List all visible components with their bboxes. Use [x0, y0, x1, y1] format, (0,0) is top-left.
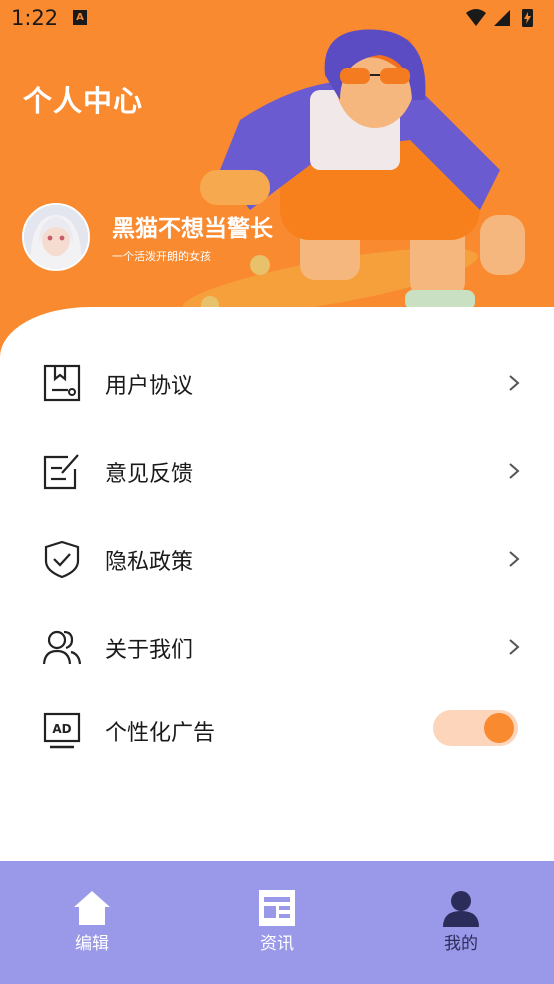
- nav-label-mine: 我的: [444, 934, 478, 954]
- hero-skateboarder-image: [182, 29, 525, 316]
- feedback-edit-icon: [43, 454, 79, 490]
- status-bar: 1:22 A: [0, 0, 554, 38]
- menu-label-feedback: 意见反馈: [105, 462, 194, 487]
- menu-item-feedback[interactable]: 意见反馈: [0, 441, 554, 501]
- profile-bio: 一个活泼开朗的女孩: [112, 250, 211, 263]
- bottom-navigation: 编辑 资讯 我的: [0, 861, 554, 984]
- nav-tab-edit[interactable]: 编辑: [52, 889, 132, 959]
- menu-label-privacy-policy: 隐私政策: [105, 550, 194, 575]
- privacy-shield-icon: [44, 540, 80, 579]
- menu-item-about-us[interactable]: 关于我们: [0, 617, 554, 677]
- nav-label-edit: 编辑: [75, 934, 109, 954]
- menu-label-about-us: 关于我们: [105, 638, 194, 663]
- chevron-right-icon: [509, 375, 520, 391]
- wifi-icon: [466, 9, 486, 26]
- nav-label-news: 资讯: [260, 934, 294, 954]
- menu-item-personalized-ads: AD 个性化广告: [0, 700, 554, 760]
- menu-label-personalized-ads: 个性化广告: [105, 721, 216, 746]
- page-title: 个人中心: [23, 84, 144, 118]
- settings-card: 用户协议 意见反馈 隐私政策 关于我们 AD 个性化广告: [0, 307, 554, 867]
- avatar[interactable]: [22, 203, 90, 271]
- menu-item-privacy-policy[interactable]: 隐私政策: [0, 529, 554, 589]
- svg-text:AD: AD: [52, 722, 71, 736]
- nav-tab-news[interactable]: 资讯: [237, 889, 317, 959]
- status-app-badge: A: [73, 10, 87, 25]
- menu-item-user-agreement[interactable]: 用户协议: [0, 353, 554, 413]
- personalized-ads-toggle[interactable]: [433, 710, 518, 746]
- toggle-knob: [484, 713, 514, 743]
- home-icon: [74, 891, 110, 925]
- chevron-right-icon: [509, 639, 520, 655]
- signal-icon: [494, 10, 510, 26]
- nav-tab-mine[interactable]: 我的: [421, 889, 501, 959]
- about-users-icon: [42, 630, 82, 665]
- news-icon: [259, 890, 295, 926]
- ad-screen-icon: AD: [43, 712, 81, 749]
- status-icons: [466, 9, 533, 27]
- chevron-right-icon: [509, 463, 520, 479]
- menu-label-user-agreement: 用户协议: [105, 374, 194, 399]
- profile-username: 黑猫不想当警长: [112, 216, 273, 242]
- agreement-document-icon: [43, 364, 81, 402]
- status-time: 1:22: [11, 6, 59, 30]
- profile-person-icon: [443, 891, 479, 927]
- avatar-image: [24, 205, 88, 269]
- chevron-right-icon: [509, 551, 520, 567]
